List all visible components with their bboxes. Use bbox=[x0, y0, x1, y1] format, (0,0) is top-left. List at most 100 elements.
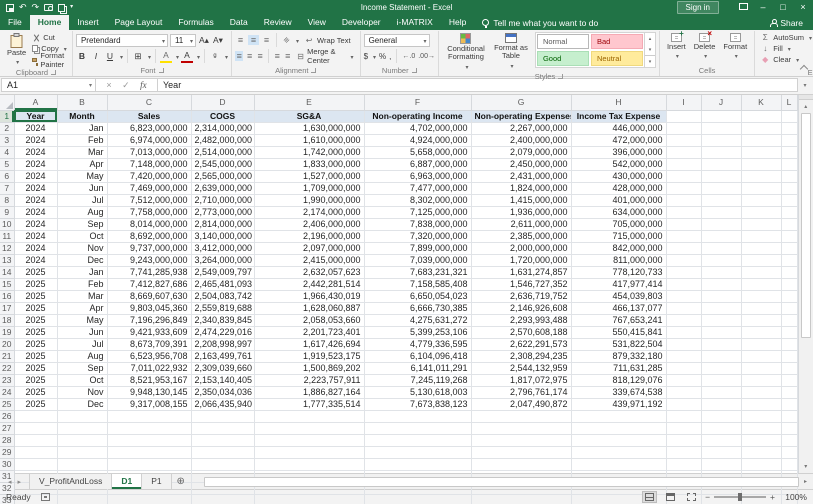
cell-K5[interactable] bbox=[741, 158, 781, 170]
zoom-out-icon[interactable]: − bbox=[705, 492, 710, 502]
dialog-launcher-icon[interactable] bbox=[558, 74, 563, 79]
cell-K19[interactable] bbox=[741, 326, 781, 338]
cell-C10[interactable]: 8,014,000,000 bbox=[107, 218, 191, 230]
cell-F25[interactable]: 7,673,838,123 bbox=[364, 398, 471, 410]
zoom-slider-thumb[interactable] bbox=[738, 493, 742, 501]
cell-A5[interactable]: 2024 bbox=[14, 158, 57, 170]
cell-I13[interactable] bbox=[666, 254, 701, 266]
cell-B1[interactable]: Month bbox=[57, 110, 107, 122]
cell-D12[interactable]: 3,412,000,000 bbox=[191, 242, 254, 254]
row-header-19[interactable]: 19 bbox=[0, 326, 14, 338]
align-left-icon[interactable]: ≡ bbox=[235, 51, 243, 61]
cell-G28[interactable] bbox=[471, 434, 571, 446]
cell-L16[interactable] bbox=[781, 290, 797, 302]
cell-C9[interactable]: 7,758,000,000 bbox=[107, 206, 191, 218]
cell-H19[interactable]: 550,415,841 bbox=[571, 326, 666, 338]
cell-F10[interactable]: 7,838,000,000 bbox=[364, 218, 471, 230]
row-header-22[interactable]: 22 bbox=[0, 362, 14, 374]
cell-H18[interactable]: 767,653,241 bbox=[571, 314, 666, 326]
cell-A21[interactable]: 2025 bbox=[14, 350, 57, 362]
cell-E30[interactable] bbox=[254, 458, 364, 470]
cell-F15[interactable]: 7,158,585,408 bbox=[364, 278, 471, 290]
cell-E13[interactable]: 2,415,000,000 bbox=[254, 254, 364, 266]
vertical-scrollbar[interactable]: ▴ ▾ bbox=[798, 95, 813, 473]
cell-G4[interactable]: 2,079,000,000 bbox=[471, 146, 571, 158]
cell-L28[interactable] bbox=[781, 434, 797, 446]
cell-G25[interactable]: 2,047,490,872 bbox=[471, 398, 571, 410]
macro-record-icon[interactable] bbox=[41, 493, 50, 501]
cell-K9[interactable] bbox=[741, 206, 781, 218]
cell-A8[interactable]: 2024 bbox=[14, 194, 57, 206]
cell-J6[interactable] bbox=[701, 170, 741, 182]
underline-button[interactable]: U bbox=[104, 50, 116, 63]
cell-A11[interactable]: 2024 bbox=[14, 230, 57, 242]
cell-E19[interactable]: 2,201,723,401 bbox=[254, 326, 364, 338]
cell-D26[interactable] bbox=[191, 410, 254, 422]
select-all-corner[interactable] bbox=[0, 95, 14, 110]
minimize-button[interactable]: – bbox=[753, 0, 773, 15]
ribbon-tab-insert[interactable]: Insert bbox=[69, 15, 106, 30]
cell-H3[interactable]: 472,000,000 bbox=[571, 134, 666, 146]
cell-I12[interactable] bbox=[666, 242, 701, 254]
cell-F2[interactable]: 4,702,000,000 bbox=[364, 122, 471, 134]
row-header-23[interactable]: 23 bbox=[0, 374, 14, 386]
cell-I3[interactable] bbox=[666, 134, 701, 146]
cell-I14[interactable] bbox=[666, 266, 701, 278]
cell-K24[interactable] bbox=[741, 386, 781, 398]
cell-H23[interactable]: 818,129,076 bbox=[571, 374, 666, 386]
page-break-view-button[interactable] bbox=[684, 491, 699, 503]
cell-D4[interactable]: 2,514,000,000 bbox=[191, 146, 254, 158]
ribbon-tab-review[interactable]: Review bbox=[256, 15, 300, 30]
cell-I23[interactable] bbox=[666, 374, 701, 386]
page-layout-view-button[interactable] bbox=[663, 491, 678, 503]
cell-B9[interactable]: Aug bbox=[57, 206, 107, 218]
cell-G6[interactable]: 2,431,000,000 bbox=[471, 170, 571, 182]
font-size-combo[interactable]: 11 bbox=[170, 34, 196, 47]
cell-D28[interactable] bbox=[191, 434, 254, 446]
ribbon-tab-file[interactable]: File bbox=[0, 15, 30, 30]
cell-A3[interactable]: 2024 bbox=[14, 134, 57, 146]
cell-A23[interactable]: 2025 bbox=[14, 374, 57, 386]
cell-I24[interactable] bbox=[666, 386, 701, 398]
cell-D30[interactable] bbox=[191, 458, 254, 470]
cell-G13[interactable]: 1,720,000,000 bbox=[471, 254, 571, 266]
cell-I11[interactable] bbox=[666, 230, 701, 242]
cell-C5[interactable]: 7,148,000,000 bbox=[107, 158, 191, 170]
cell-K10[interactable] bbox=[741, 218, 781, 230]
cell-E29[interactable] bbox=[254, 446, 364, 458]
cell-A24[interactable]: 2025 bbox=[14, 386, 57, 398]
cell-C24[interactable]: 9,948,130,145 bbox=[107, 386, 191, 398]
cell-E24[interactable]: 1,886,827,164 bbox=[254, 386, 364, 398]
cell-H2[interactable]: 446,000,000 bbox=[571, 122, 666, 134]
cell-D16[interactable]: 2,504,083,742 bbox=[191, 290, 254, 302]
cell-style-bad[interactable]: Bad bbox=[591, 34, 643, 49]
close-button[interactable]: × bbox=[793, 0, 813, 15]
column-header-K[interactable]: K bbox=[741, 95, 781, 110]
column-header-G[interactable]: G bbox=[471, 95, 571, 110]
cell-G22[interactable]: 2,544,132,959 bbox=[471, 362, 571, 374]
dialog-launcher-icon[interactable] bbox=[51, 70, 56, 75]
font-name-combo[interactable]: Pretendard bbox=[76, 34, 168, 47]
cell-K18[interactable] bbox=[741, 314, 781, 326]
gallery-down-icon[interactable]: ▾ bbox=[645, 44, 655, 55]
cell-G12[interactable]: 2,000,000,000 bbox=[471, 242, 571, 254]
cell-I29[interactable] bbox=[666, 446, 701, 458]
row-header-28[interactable]: 28 bbox=[0, 434, 14, 446]
cell-C14[interactable]: 7,741,285,938 bbox=[107, 266, 191, 278]
decrease-indent-icon[interactable]: ≡ bbox=[273, 51, 281, 61]
cell-H12[interactable]: 842,000,000 bbox=[571, 242, 666, 254]
cell-C29[interactable] bbox=[107, 446, 191, 458]
cell-C17[interactable]: 9,803,045,360 bbox=[107, 302, 191, 314]
cell-H22[interactable]: 711,631,285 bbox=[571, 362, 666, 374]
cell-L18[interactable] bbox=[781, 314, 797, 326]
dialog-launcher-icon[interactable] bbox=[311, 68, 316, 73]
cell-style-good[interactable]: Good bbox=[537, 51, 589, 66]
cell-I1[interactable] bbox=[666, 110, 701, 122]
cell-A17[interactable]: 2025 bbox=[14, 302, 57, 314]
dialog-launcher-icon[interactable] bbox=[159, 68, 164, 73]
cell-J30[interactable] bbox=[701, 458, 741, 470]
cell-D23[interactable]: 2,153,140,405 bbox=[191, 374, 254, 386]
cell-H24[interactable]: 339,674,538 bbox=[571, 386, 666, 398]
insert-function-icon[interactable]: fx bbox=[140, 80, 147, 90]
cell-F18[interactable]: 4,275,631,272 bbox=[364, 314, 471, 326]
